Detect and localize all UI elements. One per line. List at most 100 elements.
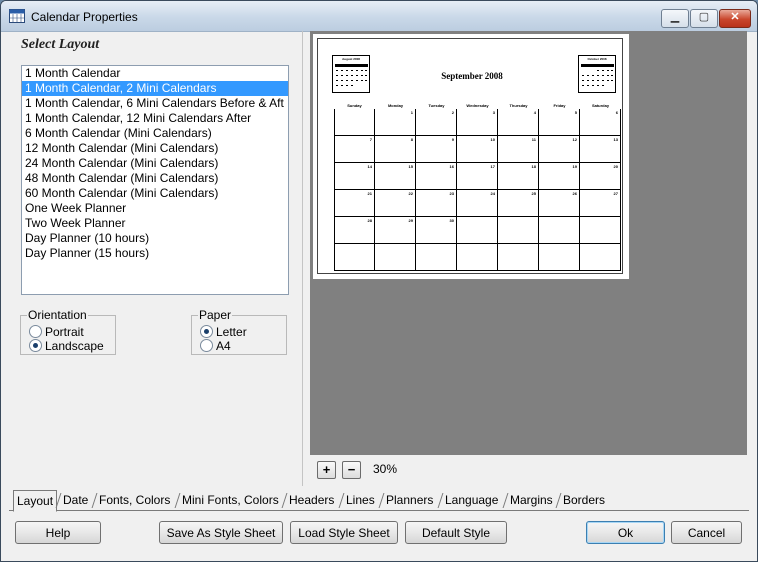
calendar-day-cell: 24	[457, 190, 498, 217]
calendar-properties-window: Calendar Properties ▁ ▢ ✕ Select Layout …	[0, 0, 758, 562]
calendar-day-cell: 1	[375, 109, 416, 136]
zoom-out-button[interactable]: −	[342, 461, 361, 479]
day-number: 19	[572, 164, 577, 169]
calendar-day-cell: 11	[498, 136, 539, 163]
day-number: 20	[613, 164, 618, 169]
minimize-button[interactable]: ▁	[661, 9, 689, 28]
layout-list-item[interactable]: 12 Month Calendar (Mini Calendars)	[22, 141, 288, 156]
day-number: 2	[451, 110, 454, 115]
day-number: 16	[449, 164, 454, 169]
day-number: 15	[408, 164, 413, 169]
landscape-radio[interactable]: Landscape	[29, 339, 104, 353]
calendar-app-icon	[9, 9, 25, 23]
layout-list-item[interactable]: 1 Month Calendar, 2 Mini Calendars	[22, 81, 288, 96]
mini-calendar-left-title: August 2008	[342, 57, 360, 61]
default-style-button[interactable]: Default Style	[405, 521, 507, 544]
tab-mini-fonts-colors[interactable]: Mini Fonts, Colors	[179, 492, 282, 509]
landscape-radio-icon	[29, 339, 42, 353]
layout-list-item[interactable]: 1 Month Calendar	[22, 66, 288, 81]
maximize-icon: ▢	[698, 11, 710, 23]
calendar-day-cell: 4	[498, 109, 539, 136]
orientation-group: Orientation Portrait Landscape	[20, 308, 116, 355]
portrait-radio[interactable]: Portrait	[29, 325, 84, 339]
weekday-label: Tuesday	[428, 103, 445, 108]
tab-margins[interactable]: Margins	[507, 492, 556, 509]
letter-radio[interactable]: Letter	[200, 325, 247, 339]
calendar-day-cell	[539, 217, 580, 244]
tab-headers[interactable]: Headers	[286, 492, 337, 509]
tab-planners[interactable]: Planners	[383, 492, 436, 509]
layout-list-item[interactable]: 1 Month Calendar, 12 Mini Calendars Afte…	[22, 111, 288, 126]
tab-borders[interactable]: Borders	[560, 492, 608, 509]
day-number: 27	[613, 191, 618, 196]
layout-list-item[interactable]: 1 Month Calendar, 6 Mini Calendars Befor…	[22, 96, 288, 111]
calendar-day-cell	[498, 217, 539, 244]
layout-list-item[interactable]: 6 Month Calendar (Mini Calendars)	[22, 126, 288, 141]
layout-list-item[interactable]: Day Planner (10 hours)	[22, 231, 288, 246]
calendar-day-cell: 6	[580, 109, 621, 136]
preview-border: August 2008 September 2008 October 2008	[317, 38, 623, 274]
calendar-week-row: 14 15 16 17 18 19 20	[334, 163, 621, 190]
calendar-day-cell: 5	[539, 109, 580, 136]
layout-list-item[interactable]: 48 Month Calendar (Mini Calendars)	[22, 171, 288, 186]
layout-list-item[interactable]: One Week Planner	[22, 201, 288, 216]
calendar-day-cell	[580, 217, 621, 244]
weekday-label: Wednesday	[466, 103, 489, 108]
portrait-label: Portrait	[45, 325, 84, 339]
save-as-style-sheet-button[interactable]: Save As Style Sheet	[159, 521, 283, 544]
calendar-day-cell: 2	[416, 109, 457, 136]
preview-month-title: September 2008	[441, 71, 503, 81]
tab-layout[interactable]: Layout	[13, 490, 58, 512]
tab-lines[interactable]: Lines	[343, 492, 378, 509]
calendar-day-cell: 30	[416, 217, 457, 244]
mini-calendar-right-grid	[581, 64, 614, 86]
calendar-day-cell	[334, 244, 375, 271]
zoom-in-button[interactable]: +	[317, 461, 336, 479]
layout-listbox[interactable]: 1 Month Calendar 1 Month Calendar, 2 Mini…	[21, 65, 289, 295]
calendar-day-cell: 28	[334, 217, 375, 244]
load-style-sheet-button[interactable]: Load Style Sheet	[290, 521, 398, 544]
day-number: 18	[531, 164, 536, 169]
tab-date[interactable]: Date	[60, 492, 91, 509]
layout-list-item[interactable]: 24 Month Calendar (Mini Calendars)	[22, 156, 288, 171]
calendar-day-cell: 8	[375, 136, 416, 163]
select-layout-heading: Select Layout	[21, 37, 100, 52]
calendar-day-cell	[580, 244, 621, 271]
cancel-button[interactable]: Cancel	[671, 521, 742, 544]
layout-panel: Select Layout 1 Month Calendar 1 Month Ca…	[8, 31, 298, 486]
tab-language[interactable]: Language	[442, 492, 501, 509]
day-number: 11	[531, 137, 536, 142]
letter-label: Letter	[216, 325, 247, 339]
ok-button[interactable]: Ok	[586, 521, 665, 544]
help-button[interactable]: Help	[15, 521, 101, 544]
layout-list-item[interactable]: Day Planner (15 hours)	[22, 246, 288, 261]
calendar-day-cell: 20	[580, 163, 621, 190]
preview-calendar-grid: Sunday Monday Tuesday Wednesday Thursday Frid…	[334, 102, 621, 271]
title-bar[interactable]: Calendar Properties ▁ ▢ ✕	[1, 1, 757, 32]
maximize-button[interactable]: ▢	[690, 9, 718, 28]
day-number: 22	[408, 191, 413, 196]
property-tabs: Layout Date Fonts, Colors Mini Fonts, Color…	[9, 490, 749, 512]
layout-list-item[interactable]: Two Week Planner	[22, 216, 288, 231]
day-number: 14	[367, 164, 372, 169]
calendar-day-cell	[416, 244, 457, 271]
day-number: 8	[410, 137, 413, 142]
calendar-week-row	[334, 244, 621, 271]
day-number: 29	[408, 218, 413, 223]
day-number: 1	[410, 110, 413, 115]
close-button[interactable]: ✕	[719, 9, 751, 28]
day-number: 25	[531, 191, 536, 196]
weekday-label: Saturday	[591, 103, 610, 108]
a4-radio[interactable]: A4	[200, 339, 231, 353]
calendar-day-cell	[539, 244, 580, 271]
calendar-day-cell	[498, 244, 539, 271]
plus-icon: +	[322, 462, 331, 477]
calendar-day-cell: 7	[334, 136, 375, 163]
weekday-label: Thursday	[509, 103, 528, 108]
zoom-level: 30%	[373, 462, 398, 476]
day-number: 7	[369, 137, 372, 142]
calendar-day-cell: 12	[539, 136, 580, 163]
layout-list-item[interactable]: 60 Month Calendar (Mini Calendars)	[22, 186, 288, 201]
tab-fonts-colors[interactable]: Fonts, Colors	[96, 492, 173, 509]
calendar-week-row: 21 22 23 24 25 26 27	[334, 190, 621, 217]
